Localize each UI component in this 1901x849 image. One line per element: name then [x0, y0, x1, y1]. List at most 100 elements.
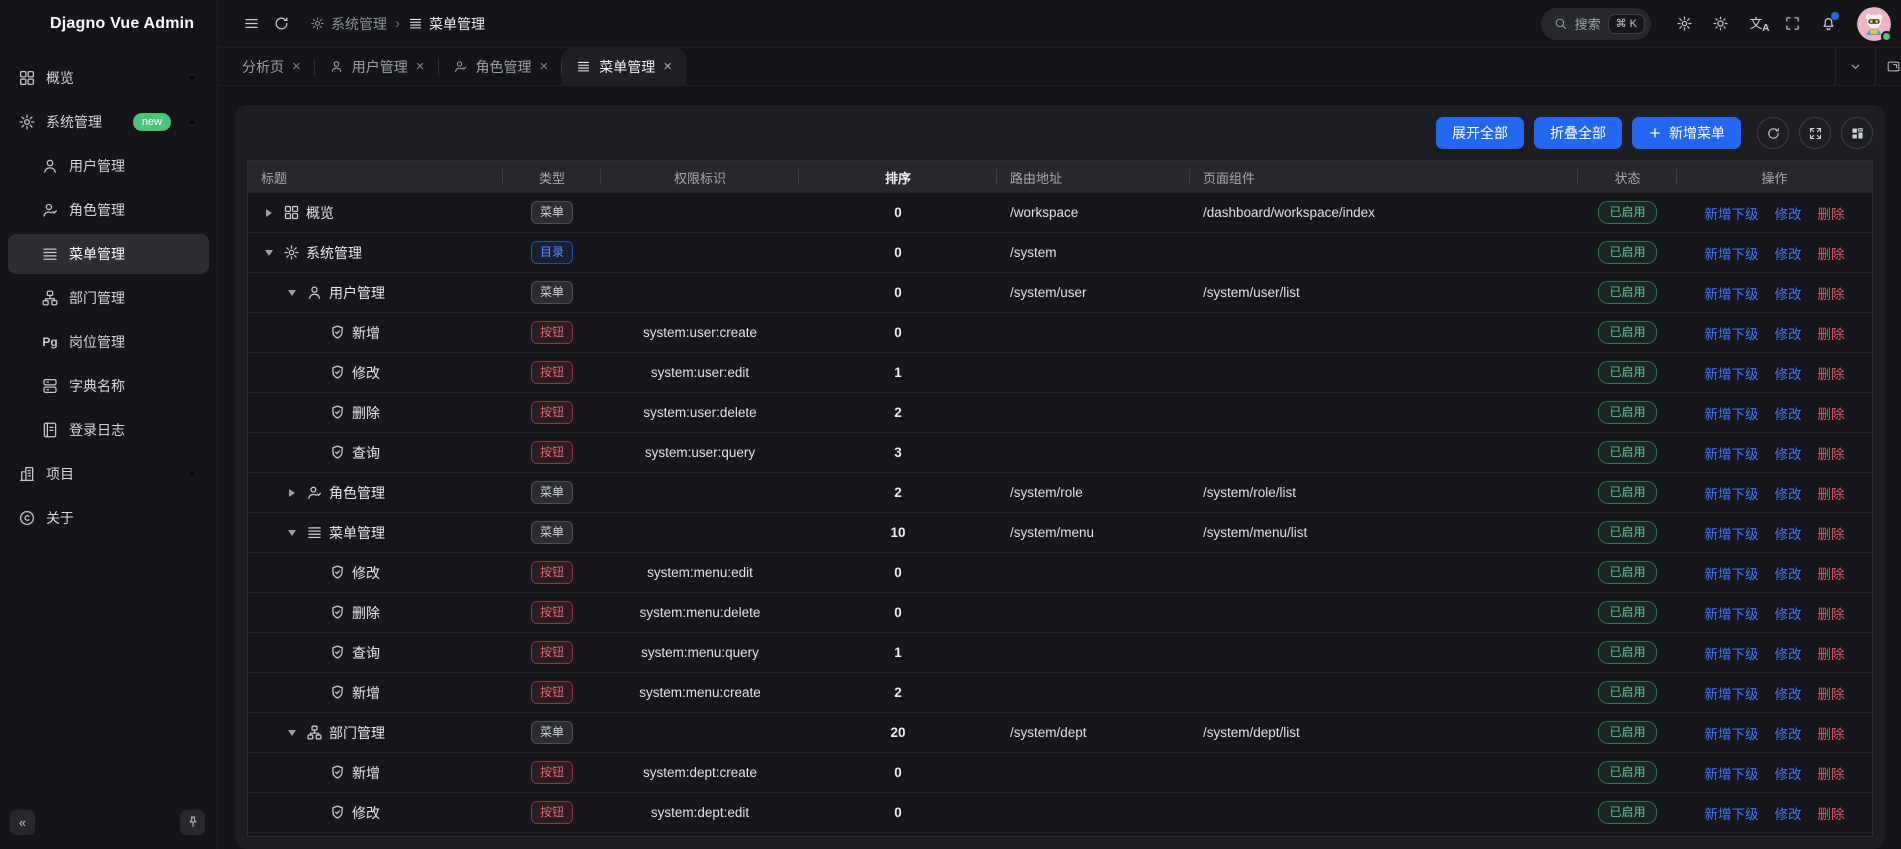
action-edit[interactable]: 修改	[1775, 443, 1802, 463]
action-edit[interactable]: 修改	[1775, 803, 1802, 823]
action-edit[interactable]: 修改	[1775, 203, 1802, 223]
action-delete[interactable]: 删除	[1818, 203, 1845, 223]
action-delete[interactable]: 删除	[1818, 603, 1845, 623]
status-badge: 已启用	[1598, 321, 1656, 344]
tree-expand-toggle[interactable]	[284, 489, 300, 497]
sidebar-item-overview[interactable]: 概览	[8, 58, 209, 98]
collapse-all-button[interactable]: 折叠全部	[1534, 117, 1622, 149]
action-edit[interactable]: 修改	[1775, 243, 1802, 263]
type-cell: 按钮	[503, 753, 601, 792]
fullscreen-button[interactable]	[1777, 9, 1807, 39]
sidebar-item-about[interactable]: 关于	[8, 498, 209, 538]
action-edit[interactable]: 修改	[1775, 323, 1802, 343]
action-add-child[interactable]: 新增下级	[1705, 723, 1759, 743]
theme-toggle-button[interactable]	[1705, 9, 1735, 39]
tree-expand-toggle[interactable]	[284, 530, 300, 536]
action-edit[interactable]: 修改	[1775, 483, 1802, 503]
action-edit[interactable]: 修改	[1775, 683, 1802, 703]
action-delete[interactable]: 删除	[1818, 683, 1845, 703]
sidebar-item-role[interactable]: 角色管理	[8, 190, 209, 230]
language-button[interactable]: 文A	[1741, 9, 1771, 39]
table-row: 新增 按钮 system:menu:create 2 已启用 新增下级修改删除	[248, 673, 1872, 713]
settings-button[interactable]	[1669, 9, 1699, 39]
sidebar-item-dept[interactable]: 部门管理	[8, 278, 209, 318]
action-add-child[interactable]: 新增下级	[1705, 683, 1759, 703]
action-add-child[interactable]: 新增下级	[1705, 643, 1759, 663]
tab-analytics[interactable]: 分析页 ×	[228, 48, 315, 85]
action-delete[interactable]: 删除	[1818, 283, 1845, 303]
sort-cell: 10	[799, 513, 997, 552]
action-delete[interactable]: 删除	[1818, 643, 1845, 663]
action-edit[interactable]: 修改	[1775, 403, 1802, 423]
sidebar-collapse-button[interactable]: «	[10, 810, 35, 835]
sidebar-item-log[interactable]: 登录日志	[8, 410, 209, 450]
tab-menu[interactable]: 菜单管理 ×	[562, 48, 686, 85]
action-edit[interactable]: 修改	[1775, 763, 1802, 783]
sidebar-pin-button[interactable]	[180, 810, 205, 835]
action-add-child[interactable]: 新增下级	[1705, 243, 1759, 263]
action-delete[interactable]: 删除	[1818, 403, 1845, 423]
tab-close-icon[interactable]: ×	[540, 59, 549, 74]
action-delete[interactable]: 删除	[1818, 563, 1845, 583]
action-edit[interactable]: 修改	[1775, 363, 1802, 383]
action-add-child[interactable]: 新增下级	[1705, 603, 1759, 623]
action-delete[interactable]: 删除	[1818, 363, 1845, 383]
breadcrumb-item[interactable]: 菜单管理	[408, 14, 485, 34]
sidebar-item-system[interactable]: 系统管理 new	[8, 102, 209, 142]
add-menu-button[interactable]: 新增菜单	[1632, 117, 1741, 149]
sidebar-item-dict[interactable]: 字典名称	[8, 366, 209, 406]
tree-expand-toggle[interactable]	[261, 209, 277, 217]
action-delete[interactable]: 删除	[1818, 243, 1845, 263]
action-delete[interactable]: 删除	[1818, 523, 1845, 543]
notifications-button[interactable]	[1813, 9, 1843, 39]
user-avatar[interactable]	[1857, 7, 1891, 41]
action-add-child[interactable]: 新增下级	[1705, 283, 1759, 303]
action-delete[interactable]: 删除	[1818, 443, 1845, 463]
action-delete[interactable]: 删除	[1818, 803, 1845, 823]
action-delete[interactable]: 删除	[1818, 483, 1845, 503]
action-add-child[interactable]: 新增下级	[1705, 443, 1759, 463]
tree-expand-toggle[interactable]	[284, 730, 300, 736]
action-delete[interactable]: 删除	[1818, 723, 1845, 743]
action-delete[interactable]: 删除	[1818, 763, 1845, 783]
action-add-child[interactable]: 新增下级	[1705, 523, 1759, 543]
fullscreen-button[interactable]	[1799, 117, 1831, 149]
action-delete[interactable]: 删除	[1818, 323, 1845, 343]
action-edit[interactable]: 修改	[1775, 643, 1802, 663]
search-input[interactable]: 搜索 ⌘ K	[1541, 8, 1651, 40]
action-add-child[interactable]: 新增下级	[1705, 203, 1759, 223]
action-edit[interactable]: 修改	[1775, 523, 1802, 543]
action-add-child[interactable]: 新增下级	[1705, 563, 1759, 583]
tab-role[interactable]: 角色管理 ×	[439, 48, 563, 85]
refresh-button[interactable]	[1757, 117, 1789, 149]
action-edit[interactable]: 修改	[1775, 563, 1802, 583]
sidebar-item-menu[interactable]: 菜单管理	[8, 234, 209, 274]
columns-button[interactable]	[1841, 117, 1873, 149]
action-add-child[interactable]: 新增下级	[1705, 483, 1759, 503]
tabs-dropdown-button[interactable]	[1835, 48, 1875, 85]
tree-expand-toggle[interactable]	[284, 290, 300, 296]
content-maximize-button[interactable]	[1875, 48, 1901, 85]
sidebar-toggle-button[interactable]	[236, 9, 266, 39]
tab-close-icon[interactable]: ×	[416, 59, 425, 74]
actions-cell: 新增下级修改删除	[1677, 713, 1872, 752]
chevron-up-icon	[185, 115, 199, 129]
action-edit[interactable]: 修改	[1775, 603, 1802, 623]
action-add-child[interactable]: 新增下级	[1705, 403, 1759, 423]
expand-all-button[interactable]: 展开全部	[1436, 117, 1524, 149]
action-add-child[interactable]: 新增下级	[1705, 803, 1759, 823]
sidebar-item-user[interactable]: 用户管理	[8, 146, 209, 186]
action-add-child[interactable]: 新增下级	[1705, 763, 1759, 783]
action-add-child[interactable]: 新增下级	[1705, 363, 1759, 383]
action-edit[interactable]: 修改	[1775, 723, 1802, 743]
action-edit[interactable]: 修改	[1775, 283, 1802, 303]
tab-close-icon[interactable]: ×	[663, 59, 672, 74]
tree-expand-toggle[interactable]	[261, 250, 277, 256]
tab-close-icon[interactable]: ×	[292, 59, 301, 74]
action-add-child[interactable]: 新增下级	[1705, 323, 1759, 343]
page-refresh-button[interactable]	[266, 9, 296, 39]
sidebar-item-post[interactable]: Pg 岗位管理	[8, 322, 209, 362]
tab-user[interactable]: 用户管理 ×	[315, 48, 439, 85]
breadcrumb-item[interactable]: 系统管理	[310, 14, 387, 34]
sidebar-item-project[interactable]: 项目	[8, 454, 209, 494]
